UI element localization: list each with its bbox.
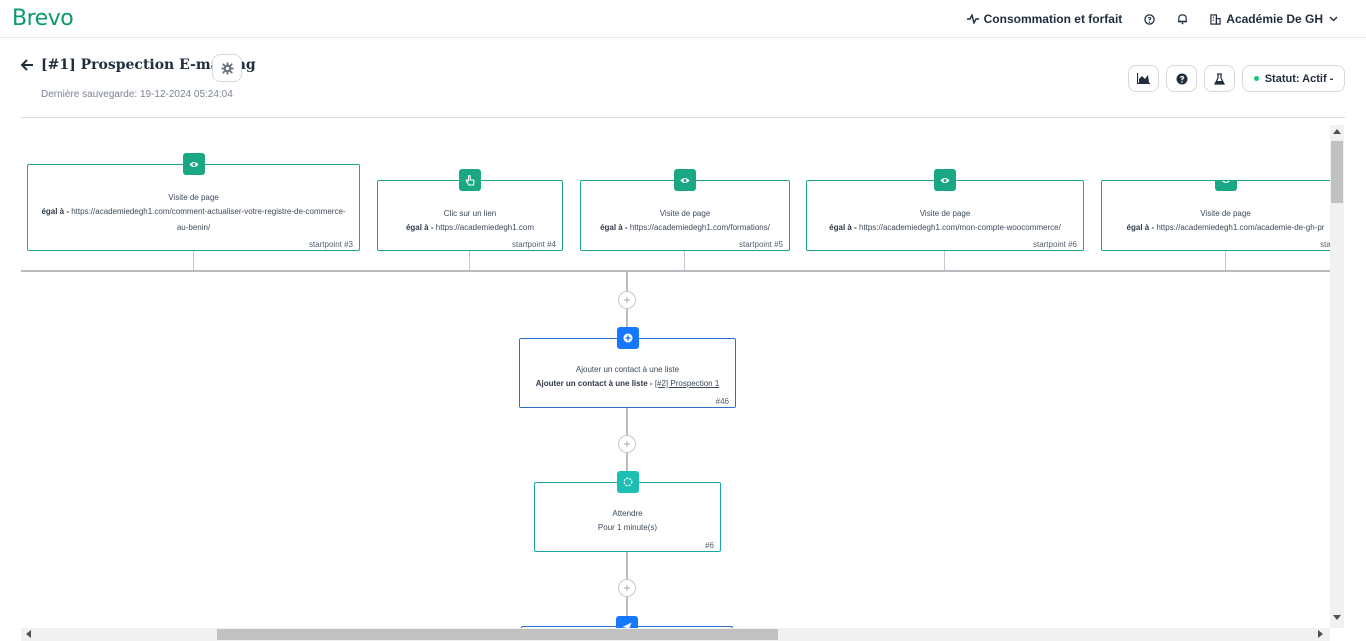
node-description: égal à - https://academiedegh1.com/forma… — [600, 223, 770, 232]
add-step-button[interactable]: + — [618, 579, 636, 597]
merge-line — [21, 270, 1330, 272]
gear-icon — [220, 61, 234, 75]
startpoint-node-3[interactable]: Visite de page égal à - https://academie… — [27, 153, 360, 251]
horizontal-scrollbar[interactable] — [21, 628, 1330, 641]
notifications-button[interactable] — [1177, 13, 1188, 25]
consumption-label: Consommation et forfait — [983, 12, 1123, 26]
eye-icon — [189, 161, 198, 167]
arrow-left-icon — [20, 59, 33, 71]
last-saved-text: Dernière sauvegarde: 19-12-2024 05:24:04 — [41, 89, 233, 100]
node-description: égal à - https://academiedegh1.com/mon-c… — [829, 223, 1061, 232]
node-title: Clic sur un lien — [443, 209, 497, 218]
scroll-left-arrow-icon[interactable] — [26, 630, 31, 638]
scroll-up-arrow-icon[interactable] — [1333, 129, 1341, 134]
status-label: Statut: Actif — [1264, 72, 1327, 85]
node-title: Visite de page — [168, 193, 219, 202]
node-footer: startpoint #5 — [738, 240, 783, 249]
eye-icon — [680, 177, 690, 183]
flask-icon — [1214, 72, 1225, 85]
status-caret: - — [1329, 72, 1334, 85]
consumption-link[interactable]: Consommation et forfait — [966, 12, 1123, 26]
activity-icon — [966, 14, 979, 24]
badge — [616, 616, 638, 628]
badge — [459, 169, 481, 191]
account-name: Académie De GH — [1226, 12, 1323, 26]
vertical-scrollbar[interactable] — [1330, 125, 1344, 628]
connector — [944, 250, 945, 270]
connector — [1225, 250, 1226, 270]
eye-icon — [940, 177, 950, 183]
badge — [182, 153, 205, 175]
chevron-down-icon — [1329, 16, 1338, 22]
badge — [934, 169, 956, 191]
wait-step-node[interactable]: Attendre Pour 1 minute(s) #6 — [534, 471, 721, 552]
brevo-logo[interactable]: Brevo — [12, 6, 74, 31]
question-circle-icon — [1176, 73, 1187, 84]
analytics-button[interactable] — [1128, 65, 1159, 92]
node-description: égal à - https://academiedegh1.com/comme… — [41, 207, 346, 232]
node-footer: #46 — [715, 397, 729, 406]
header-divider — [21, 117, 1345, 118]
status-active-indicator — [1253, 76, 1259, 81]
list-link[interactable]: [#2] Prospection 1 — [655, 379, 719, 388]
connector — [469, 250, 470, 270]
badge — [616, 327, 639, 349]
node-footer: startpoint #3 — [308, 240, 353, 249]
node-footer: startpoint #6 — [1032, 240, 1077, 249]
settings-button[interactable] — [212, 54, 242, 82]
connector — [193, 250, 194, 270]
help-info-button[interactable] — [1166, 65, 1197, 92]
scroll-down-arrow-icon[interactable] — [1333, 615, 1341, 620]
node-description: égal à - https://academiedegh1.com/acade… — [1126, 223, 1325, 232]
scroll-right-arrow-icon[interactable] — [1318, 630, 1323, 638]
horizontal-scroll-thumb[interactable] — [217, 629, 778, 640]
badge — [674, 169, 696, 191]
startpoint-node-7[interactable]: Visite de page égal à - https://academie… — [1101, 180, 1330, 251]
spinner-icon — [623, 477, 632, 487]
plus-icon: + — [623, 293, 631, 307]
add-contact-step-node[interactable]: Ajouter un contact à une liste Ajouter u… — [519, 327, 736, 408]
node-title: Visite de page — [659, 209, 711, 218]
node-title: Visite de page — [1200, 209, 1251, 218]
startpoint-node-6[interactable]: Visite de page égal à - https://academie… — [806, 169, 1084, 251]
node-title: Attendre — [612, 509, 643, 518]
add-step-button[interactable]: + — [618, 291, 636, 309]
workflow-canvas[interactable]: + + + Visite de page égal à - https://ac… — [21, 125, 1330, 628]
startpoint-node-4[interactable]: Clic sur un lien égal à - https://academ… — [377, 169, 563, 251]
node-footer: #6 — [705, 541, 714, 550]
node-description: Pour 1 minute(s) — [597, 523, 658, 532]
startpoint-node-5[interactable]: Visite de page égal à - https://academie… — [580, 169, 790, 251]
help-icon — [1144, 13, 1156, 25]
vertical-scroll-thumb[interactable] — [1331, 141, 1343, 203]
connector — [684, 250, 685, 270]
node-description: Ajouter un contact à une liste - [#2] Pr… — [535, 379, 720, 388]
account-menu[interactable]: Académie De GH — [1210, 12, 1338, 26]
top-bar: Brevo Consommation et forfait Académie D… — [0, 0, 1366, 38]
node-title: Visite de page — [919, 209, 971, 218]
node-title: Ajouter un contact à une liste — [575, 365, 680, 374]
badge — [616, 471, 639, 493]
test-button[interactable] — [1204, 65, 1235, 92]
badge — [1214, 181, 1237, 191]
pointer-icon — [465, 174, 475, 186]
plus-icon: + — [623, 437, 631, 451]
bell-icon — [1178, 14, 1188, 25]
add-step-button[interactable]: + — [618, 435, 636, 453]
plus-circle-icon — [623, 333, 632, 343]
top-nav: Consommation et forfait Académie De GH — [945, 0, 1338, 38]
status-dropdown[interactable]: Statut: Actif - — [1242, 65, 1345, 92]
back-button[interactable] — [20, 58, 34, 77]
plus-icon: + — [623, 581, 631, 595]
eye-icon — [1222, 181, 1229, 183]
help-button[interactable] — [1144, 13, 1156, 25]
building-icon — [1210, 13, 1221, 25]
node-footer: startpoint #4 — [511, 240, 556, 249]
node-footer: startpoint — [1320, 240, 1330, 249]
node-description: égal à - https://academiedegh1.com — [405, 223, 535, 232]
area-chart-icon — [1137, 73, 1150, 84]
